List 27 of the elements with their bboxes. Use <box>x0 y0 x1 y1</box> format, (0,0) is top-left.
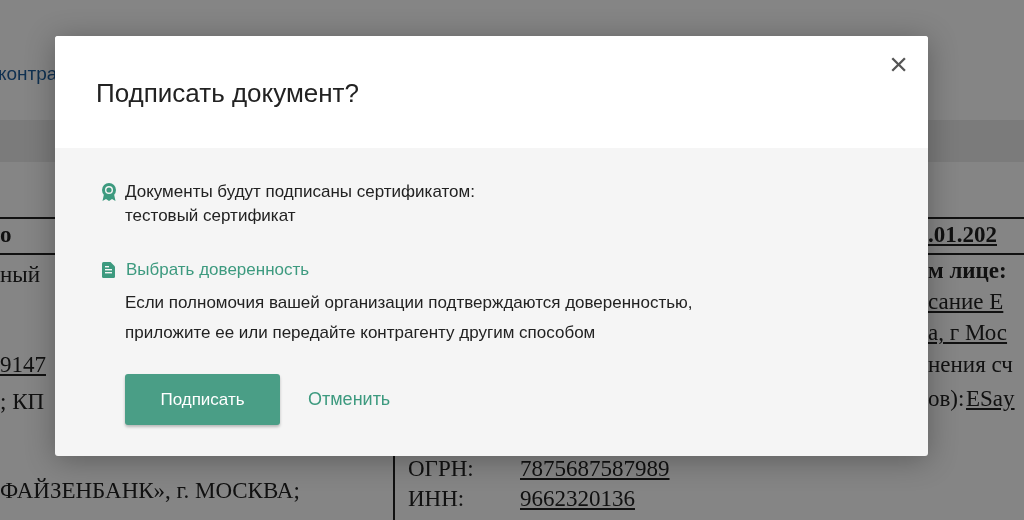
award-icon <box>101 183 117 202</box>
document-text: ; КП <box>0 389 45 415</box>
document-text: м лице: <box>928 258 1007 284</box>
document-value: 7875687587989 <box>520 456 670 482</box>
document-value: 9662320136 <box>520 486 635 512</box>
cancel-button[interactable]: Отменить <box>302 382 397 417</box>
document-date: .01.202 <box>928 222 997 248</box>
document-text: ный <box>0 262 41 288</box>
document-text: ОГРН: <box>408 456 474 482</box>
document-text: ФАЙЗЕНБАНК», г. МОСКВА; <box>0 478 300 504</box>
document-text: о <box>0 222 12 248</box>
note-text: Если полномочия вашей организации подтверждаются доверенностью, приложите ее или передайте контрагенту другим способом <box>125 292 694 344</box>
document-text: ИНН: <box>408 486 465 512</box>
close-button[interactable]: × <box>885 48 912 80</box>
sign-button[interactable]: Подписать <box>125 374 280 425</box>
document-value: а, г Мос <box>928 320 1008 346</box>
document-icon <box>102 262 115 278</box>
dialog-title: Подписать документ? <box>96 78 360 110</box>
document-text: ов): <box>928 386 965 412</box>
document-value: 9147 <box>0 352 46 378</box>
certificate-label: Документы будут подписаны сертификатом: <box>125 181 475 203</box>
power-of-attorney-link[interactable]: Выбрать доверенность <box>126 258 310 282</box>
certificate-name: тестовый сертификат <box>125 205 297 227</box>
document-value: сание Е <box>928 289 1004 315</box>
document-link[interactable]: контра <box>0 64 58 85</box>
document-value: ESay <box>966 386 1015 412</box>
document-text: нения сч <box>928 352 1013 378</box>
